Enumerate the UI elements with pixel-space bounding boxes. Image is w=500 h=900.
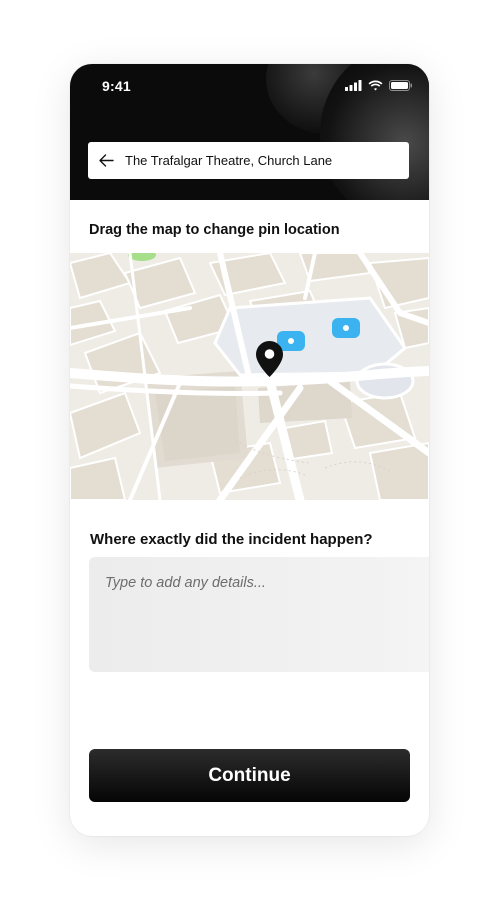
incident-details-placeholder[interactable]: Type to add any details... bbox=[105, 575, 266, 591]
continue-button[interactable]: Continue bbox=[89, 749, 410, 802]
arrow-left-icon[interactable] bbox=[99, 154, 115, 168]
incident-details-input[interactable]: Type to add any details... bbox=[89, 557, 429, 672]
wifi-icon bbox=[368, 80, 383, 91]
location-pin-icon[interactable] bbox=[255, 340, 284, 378]
status-icons bbox=[345, 80, 413, 91]
map-instruction: Drag the map to change pin location bbox=[89, 222, 340, 238]
location-map[interactable] bbox=[70, 253, 429, 500]
location-search-value[interactable]: The Trafalgar Theatre, Church Lane bbox=[125, 153, 332, 168]
header: 9:41 The Trafalgar Theatre, Church Lane bbox=[70, 64, 429, 200]
incident-question: Where exactly did the incident happen? bbox=[90, 531, 373, 548]
battery-icon bbox=[389, 80, 412, 91]
location-search-field[interactable]: The Trafalgar Theatre, Church Lane bbox=[88, 142, 409, 179]
phone-frame: 9:41 The Trafalgar Theatre, Church Lane … bbox=[70, 64, 429, 836]
cellular-signal-icon bbox=[345, 80, 362, 91]
status-time: 9:41 bbox=[102, 78, 131, 94]
